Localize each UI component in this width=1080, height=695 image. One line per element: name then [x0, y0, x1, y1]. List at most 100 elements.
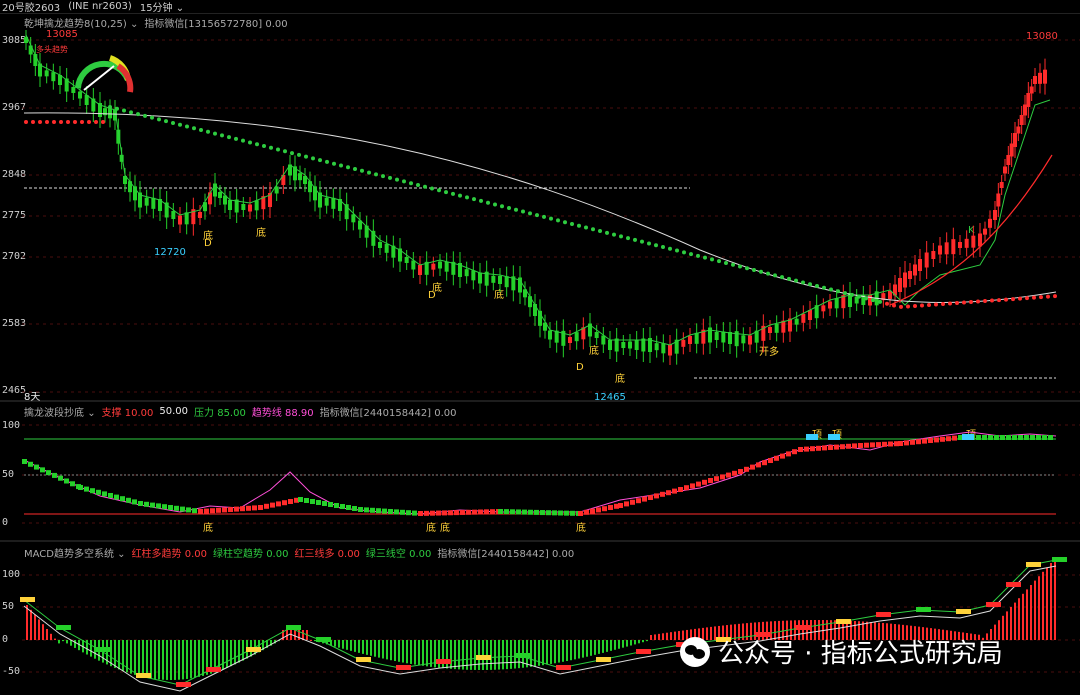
- oscillator-block: [28, 461, 33, 467]
- macd-bar: [494, 640, 496, 670]
- macd-block: [256, 647, 261, 652]
- trend-dot: [591, 227, 595, 232]
- oscillator-block: [666, 490, 671, 496]
- trend-dot: [59, 120, 63, 124]
- trend-dot: [780, 275, 784, 280]
- oscillator-block: [102, 491, 107, 497]
- trend-dot: [402, 179, 406, 184]
- candle-body: [748, 335, 752, 345]
- oscillator-block: [400, 509, 405, 515]
- candle-body: [351, 214, 356, 223]
- trend-dot: [521, 209, 525, 214]
- oscillator-block: [418, 511, 423, 516]
- oscillator-block: [126, 497, 131, 503]
- candle-body: [634, 340, 639, 350]
- oscillator-block: [328, 502, 333, 507]
- trend-dot: [1018, 296, 1022, 301]
- macd-block: [146, 673, 151, 678]
- macd-block: [561, 665, 566, 670]
- trend-dot: [934, 302, 938, 307]
- macd-bar: [118, 640, 120, 670]
- macd-bar: [506, 640, 508, 670]
- trend-dot: [717, 259, 721, 264]
- candle-body: [431, 263, 436, 270]
- macd-block: [1011, 582, 1016, 587]
- candle-body: [1026, 93, 1031, 107]
- macd-block: [56, 625, 61, 630]
- macd-block: [556, 665, 561, 670]
- oscillator-block: [552, 510, 557, 516]
- oscillator-block: [282, 500, 287, 506]
- macd-block: [481, 655, 486, 660]
- oscillator-block: [578, 511, 583, 516]
- candle-body: [794, 318, 799, 325]
- macd-block: [25, 597, 30, 602]
- oscillator-block: [120, 496, 125, 502]
- trend-dot: [486, 200, 490, 205]
- trend-dot: [472, 197, 476, 202]
- trend-dot: [332, 161, 336, 166]
- oscillator-block: [618, 503, 623, 508]
- candle-body: [1033, 76, 1037, 84]
- trend-dot: [668, 246, 672, 251]
- oscillator-block: [406, 510, 411, 516]
- candle-body: [1038, 72, 1042, 84]
- trend-dot: [752, 268, 756, 273]
- macd-bar: [586, 640, 588, 657]
- candle-body: [1029, 86, 1034, 94]
- macd-bar: [490, 640, 492, 670]
- trend-dot: [976, 299, 980, 304]
- candle-body: [438, 261, 442, 269]
- oscillator-block: [1024, 435, 1029, 440]
- oscillator-block: [168, 505, 173, 510]
- candle-body: [628, 341, 632, 349]
- oscillator-block: [228, 507, 233, 512]
- oscillator-block: [316, 500, 321, 505]
- macd-bar: [594, 640, 596, 655]
- trend-dot: [703, 255, 707, 260]
- macd-bar: [354, 640, 356, 652]
- trend-dot: [808, 282, 812, 287]
- trend-dot: [640, 239, 644, 244]
- trend-dot: [822, 285, 826, 290]
- trend-dot: [101, 120, 105, 124]
- oscillator-block: [994, 435, 999, 440]
- macd-bar: [54, 638, 56, 640]
- oscillator-block: [258, 505, 263, 510]
- candle-body: [1003, 166, 1007, 174]
- oscillator-block: [436, 510, 441, 516]
- macd-bar: [642, 640, 644, 643]
- macd-bar: [174, 640, 176, 680]
- macd-bar: [366, 640, 368, 655]
- macd-bar: [598, 640, 600, 654]
- macd-bar: [46, 629, 48, 640]
- oscillator-block: [516, 509, 521, 515]
- trend-dot: [241, 138, 245, 143]
- candle-body: [668, 344, 672, 356]
- macd-bar: [38, 619, 40, 640]
- trend-dot: [325, 159, 329, 164]
- candle-body: [418, 265, 422, 275]
- trend-dot: [339, 163, 343, 168]
- macd-bar: [558, 640, 560, 663]
- macd-bar: [138, 640, 140, 676]
- candle-body: [888, 291, 892, 299]
- macd-bar: [502, 640, 504, 670]
- oscillator-block: [934, 437, 939, 443]
- chart-canvas[interactable]: [0, 0, 1080, 695]
- macd-bar: [414, 640, 416, 665]
- oscillator-block: [596, 507, 601, 513]
- oscillator-block: [558, 510, 563, 516]
- trend-dot: [1011, 297, 1015, 302]
- macd-bar: [1046, 567, 1048, 640]
- oscillator-block: [608, 505, 613, 510]
- trend-dot: [563, 220, 567, 225]
- oscillator-block: [288, 499, 293, 504]
- macd-block: [406, 665, 411, 670]
- macd-bar: [194, 640, 196, 678]
- oscillator-block: [240, 506, 245, 512]
- trend-dot: [535, 213, 539, 218]
- macd-bar: [230, 640, 232, 667]
- trend-dot: [647, 241, 651, 246]
- macd-bar: [150, 640, 152, 679]
